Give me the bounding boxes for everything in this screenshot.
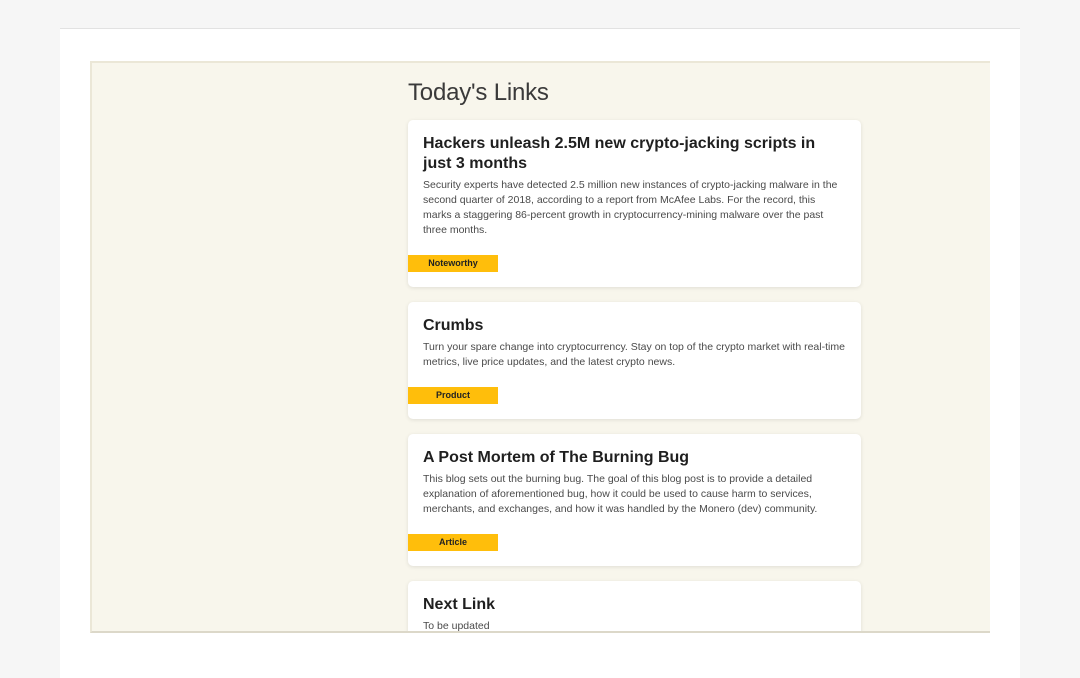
link-description: Security experts have detected 2.5 milli…	[423, 179, 838, 236]
link-card[interactable]: Crumbs Turn your spare change into crypt…	[408, 302, 861, 419]
link-card[interactable]: Next Link To be updated	[408, 581, 861, 632]
link-title[interactable]: Next Link	[408, 581, 861, 615]
link-description: This blog sets out the burning bug. The …	[423, 473, 818, 515]
section-title: Today's Links	[408, 79, 549, 106]
category-tag: Noteworthy	[408, 255, 498, 272]
link-title[interactable]: Hackers unleash 2.5M new crypto-jacking …	[408, 120, 861, 174]
link-description: To be updated	[423, 620, 490, 632]
link-card[interactable]: A Post Mortem of The Burning Bug This bl…	[408, 434, 861, 566]
link-card[interactable]: Hackers unleash 2.5M new crypto-jacking …	[408, 120, 861, 287]
category-tag: Product	[408, 387, 498, 404]
link-title[interactable]: A Post Mortem of The Burning Bug	[408, 434, 861, 468]
link-description: Turn your spare change into cryptocurren…	[423, 341, 845, 368]
content-area[interactable]: Today's Links Hackers unleash 2.5M new c…	[90, 61, 990, 633]
link-title[interactable]: Crumbs	[408, 302, 861, 336]
category-tag: Article	[408, 534, 498, 551]
